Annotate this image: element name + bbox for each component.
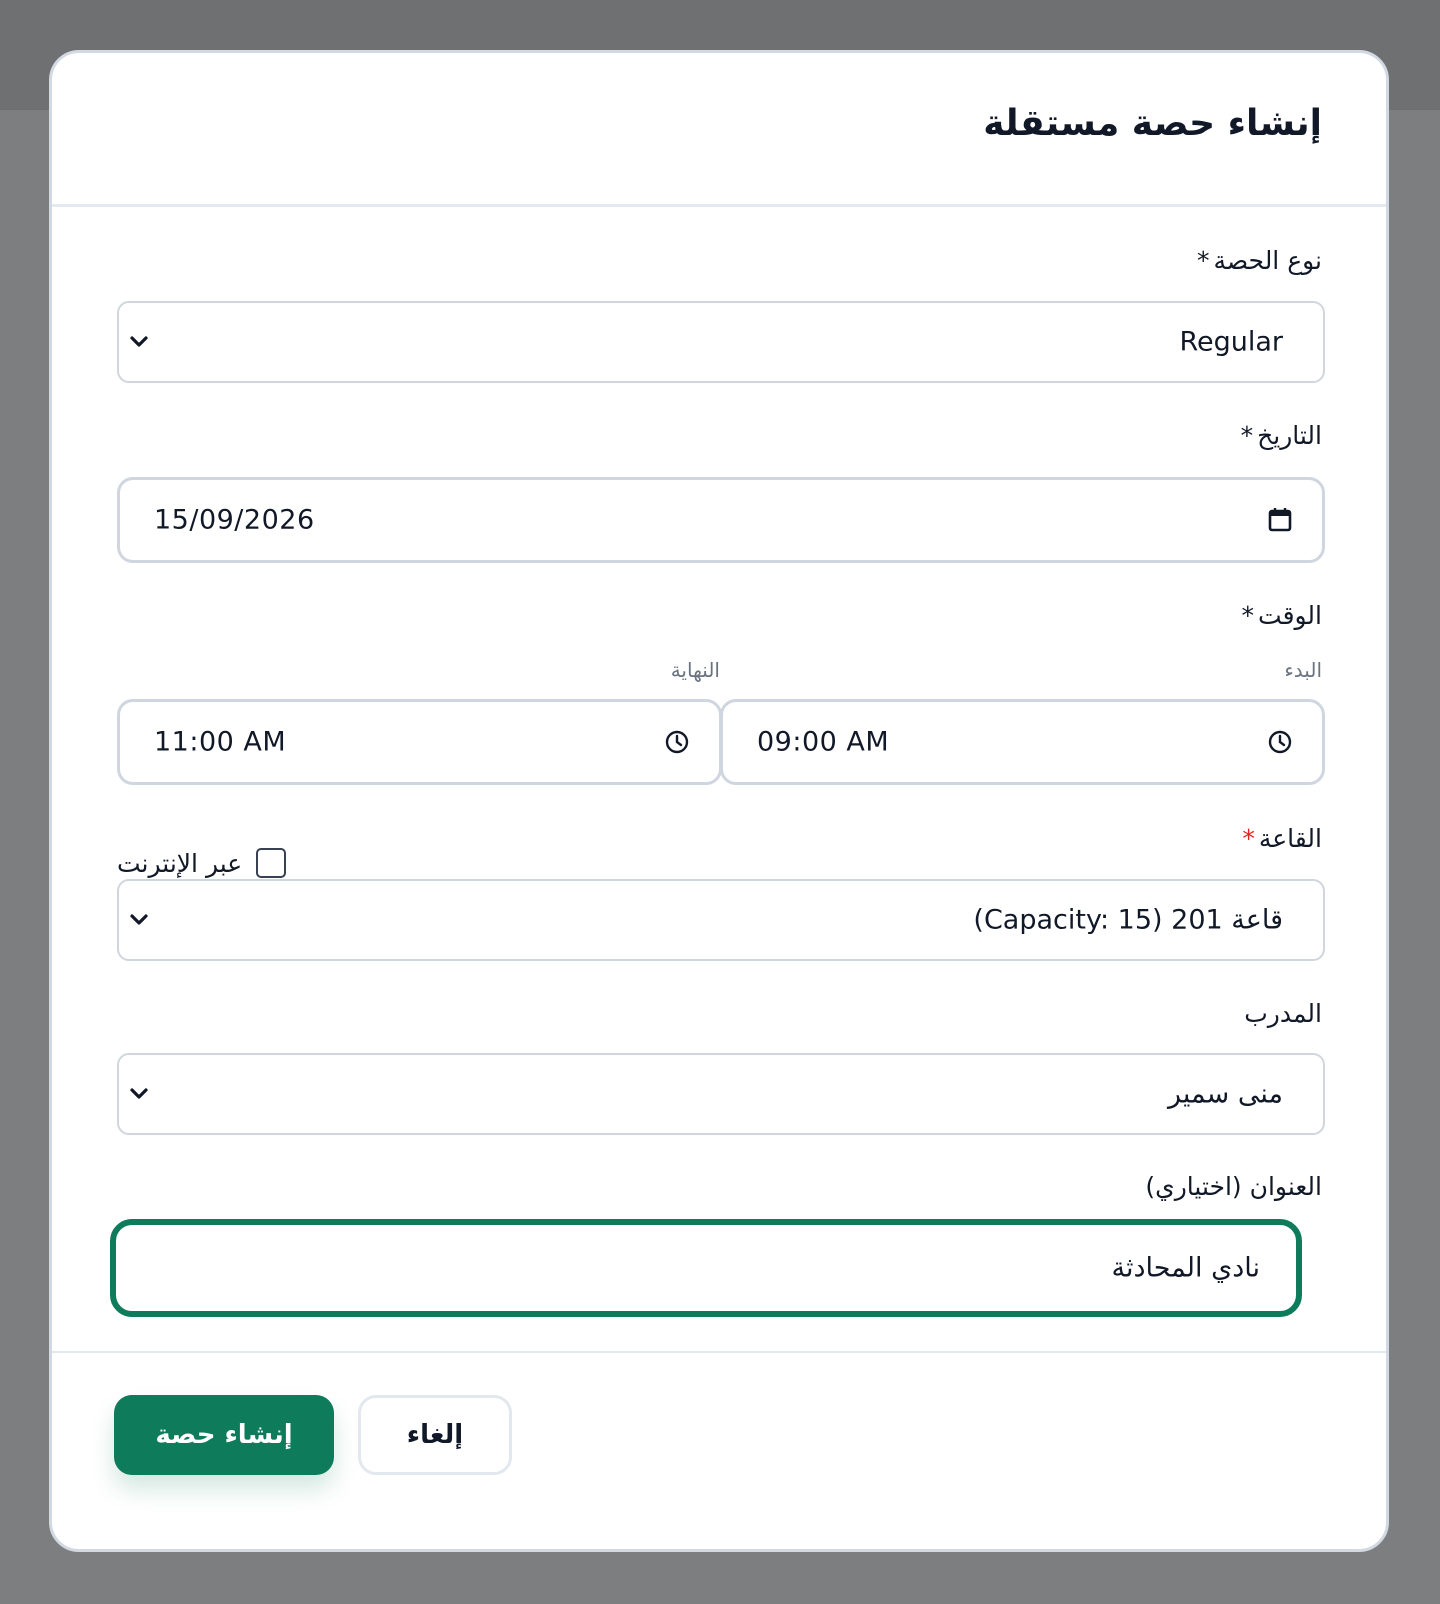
calendar-icon[interactable] — [1266, 506, 1294, 534]
cancel-button[interactable]: إلغاء — [358, 1395, 512, 1475]
clock-icon[interactable] — [663, 728, 691, 756]
time-label: الوقت* — [1242, 601, 1322, 630]
online-option[interactable]: عبر الإنترنت — [117, 845, 287, 881]
start-time-value: 09:00 AM — [757, 726, 890, 758]
online-checkbox[interactable] — [256, 848, 287, 878]
session-title-input[interactable]: نادي المحادثة — [110, 1219, 1302, 1317]
date-value: 15/09/2026 — [154, 504, 315, 536]
session-title-value: نادي المحادثة — [1111, 1252, 1261, 1284]
room-value: قاعة 201 (Capacity: 15) — [973, 904, 1283, 936]
start-time-label: البدء — [1284, 658, 1322, 682]
trainer-value: منى سمير — [1168, 1078, 1283, 1110]
required-mark: * — [1242, 824, 1255, 853]
session-type-value: Regular — [1179, 326, 1283, 358]
create-session-button[interactable]: إنشاء حصة — [114, 1395, 334, 1475]
session-type-label: نوع الحصة* — [1197, 246, 1322, 275]
end-time-value: 11:00 AM — [154, 726, 287, 758]
date-input[interactable]: 15/09/2026 — [117, 477, 1325, 563]
room-label-text: القاعة — [1258, 824, 1322, 853]
trainer-select[interactable]: منى سمير — [117, 1053, 1325, 1135]
chevron-down-icon — [130, 914, 148, 925]
trainer-label: المدرب — [1244, 999, 1322, 1028]
required-mark: * — [1240, 421, 1254, 450]
end-time-label: النهاية — [670, 658, 720, 682]
chevron-down-icon — [130, 1088, 148, 1099]
chevron-down-icon — [130, 336, 148, 347]
dialog-header: إنشاء حصة مستقلة — [52, 53, 1386, 207]
end-time-input[interactable]: 11:00 AM — [117, 699, 722, 785]
dialog-title: إنشاء حصة مستقلة — [983, 103, 1322, 144]
footer-divider — [52, 1351, 1386, 1353]
required-mark: * — [1241, 601, 1255, 630]
room-select[interactable]: قاعة 201 (Capacity: 15) — [117, 879, 1325, 961]
create-session-dialog: إنشاء حصة مستقلة نوع الحصة* Regular التا… — [49, 50, 1389, 1552]
date-label: التاريخ* — [1241, 421, 1322, 450]
session-title-label: العنوان (اختياري) — [1145, 1172, 1322, 1201]
session-type-select[interactable]: Regular — [117, 301, 1325, 383]
date-label-text: التاريخ — [1257, 421, 1322, 450]
time-label-text: الوقت — [1258, 601, 1322, 630]
session-type-label-text: نوع الحصة — [1213, 246, 1322, 275]
room-label: القاعة* — [1242, 824, 1322, 853]
clock-icon[interactable] — [1266, 728, 1294, 756]
online-label: عبر الإنترنت — [117, 848, 243, 878]
required-mark: * — [1196, 246, 1210, 275]
start-time-input[interactable]: 09:00 AM — [720, 699, 1325, 785]
